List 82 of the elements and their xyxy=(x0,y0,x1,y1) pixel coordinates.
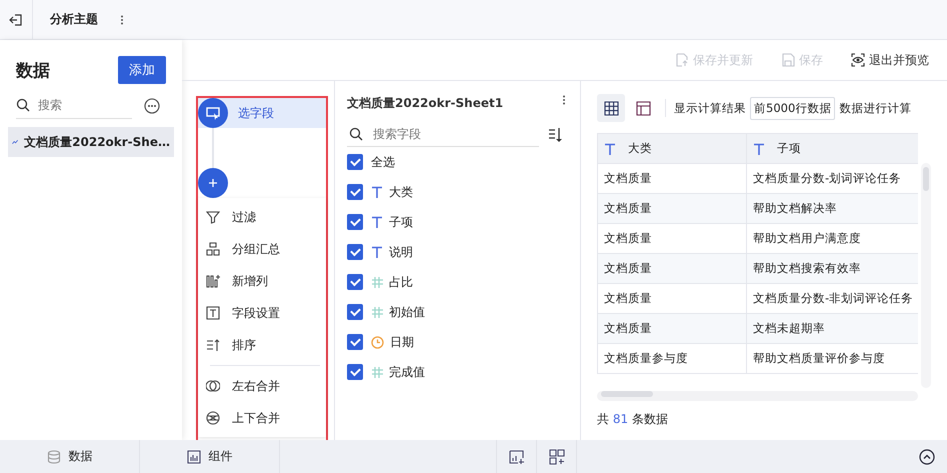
bottom-tab[interactable]: 组件 xyxy=(140,440,280,473)
save-icon xyxy=(781,53,795,67)
checkbox[interactable] xyxy=(347,184,363,200)
dataset-item[interactable]: 文档质量2022okr-She… xyxy=(8,127,174,157)
field-label: 子项 xyxy=(389,214,413,230)
menu-item[interactable]: 上下合并 xyxy=(198,402,326,434)
checkbox[interactable] xyxy=(347,154,363,170)
add-grid-icon xyxy=(548,448,564,464)
bar-chart-icon xyxy=(186,450,200,464)
number-type-icon xyxy=(371,366,383,378)
text-type-icon xyxy=(371,186,383,198)
checkbox[interactable] xyxy=(347,304,363,320)
file-upload-icon xyxy=(675,53,689,67)
rows-select[interactable]: 前5000行数据 xyxy=(750,96,836,120)
checkbox[interactable] xyxy=(347,364,363,380)
text-type-icon xyxy=(604,142,616,154)
text-type-icon xyxy=(371,216,383,228)
grid-view-button[interactable] xyxy=(597,94,625,122)
calc-label: 数据进行计算 xyxy=(839,100,912,116)
overlap-circles-icon xyxy=(206,379,220,393)
collapse-icon[interactable] xyxy=(919,448,935,464)
field-search[interactable]: 搜索字段 xyxy=(371,126,455,142)
sheet-title: 文档质量2022okr-Sheet1 xyxy=(347,95,504,112)
add-column-icon xyxy=(206,274,220,288)
column-header: 大类 xyxy=(597,134,747,164)
field-label: 大类 xyxy=(389,184,413,200)
row-count: 共 81 条数据 xyxy=(597,411,669,428)
checkbox[interactable] xyxy=(347,244,363,260)
sort-icon xyxy=(206,338,220,352)
table-cell: 文档质量 xyxy=(597,314,747,344)
plus-icon xyxy=(208,178,218,188)
search-field[interactable]: 搜索 xyxy=(36,97,120,113)
menu-item[interactable]: 字段设置 xyxy=(198,297,326,329)
grid-icon xyxy=(604,100,618,116)
search-icon xyxy=(16,98,30,112)
line-chart-icon xyxy=(12,137,18,147)
menu-item[interactable]: 分组汇总 xyxy=(198,233,326,265)
topic-title[interactable]: 分析主题 xyxy=(50,11,98,28)
select-fields-step[interactable]: 选字段 xyxy=(198,98,326,128)
field-label: 日期 xyxy=(390,334,414,350)
text-type-icon xyxy=(371,246,383,258)
table-cell: 文档质量 xyxy=(597,194,747,224)
menu-item[interactable]: 过滤 xyxy=(198,201,326,233)
more-icon[interactable] xyxy=(562,95,566,105)
menu-item[interactable]: 新增列 xyxy=(198,265,326,297)
menu-item[interactable]: 排序 xyxy=(198,329,326,361)
cursor-screen-icon xyxy=(206,106,220,120)
scrollbar-thumb[interactable] xyxy=(923,167,929,191)
exit-icon[interactable] xyxy=(9,12,23,26)
bottom-tab[interactable]: 数据 xyxy=(0,440,140,473)
checkbox-label: 全选 xyxy=(371,154,395,170)
number-type-icon xyxy=(371,306,383,318)
filter-icon xyxy=(206,210,220,224)
panel-title: 数据 xyxy=(16,60,50,82)
more-icon[interactable] xyxy=(144,98,160,114)
scrollbar-thumb[interactable] xyxy=(601,391,653,397)
eye-icon xyxy=(851,53,865,67)
field-label: 初始值 xyxy=(389,304,425,320)
table-cell: 文档质量 xyxy=(597,254,747,284)
toolbar-button[interactable]: 退出并预览 xyxy=(847,52,933,68)
database-icon xyxy=(46,450,60,464)
field-label: 完成值 xyxy=(389,364,425,380)
number-type-icon xyxy=(371,276,383,288)
checkbox[interactable] xyxy=(347,334,363,350)
checkbox[interactable] xyxy=(347,274,363,290)
add-chart-icon xyxy=(508,448,524,464)
text-box-icon xyxy=(206,306,220,320)
column-header: 子项 xyxy=(747,134,918,164)
field-label: 占比 xyxy=(389,274,413,290)
add-step-button[interactable] xyxy=(198,168,228,198)
checkbox[interactable] xyxy=(347,214,363,230)
more-icon[interactable] xyxy=(120,14,124,24)
field-label: 说明 xyxy=(389,244,413,260)
menu-item[interactable]: 左右合并 xyxy=(198,370,326,402)
table-cell: 文档质量参与度 xyxy=(597,344,747,374)
clock-icon xyxy=(371,336,384,348)
calc-label: 显示计算结果 xyxy=(674,100,746,116)
layout-icon xyxy=(636,100,650,116)
hierarchy-icon xyxy=(206,242,220,256)
text-type-icon xyxy=(753,142,765,154)
add-button[interactable]: 添加 xyxy=(118,56,166,84)
search-icon xyxy=(349,127,363,141)
